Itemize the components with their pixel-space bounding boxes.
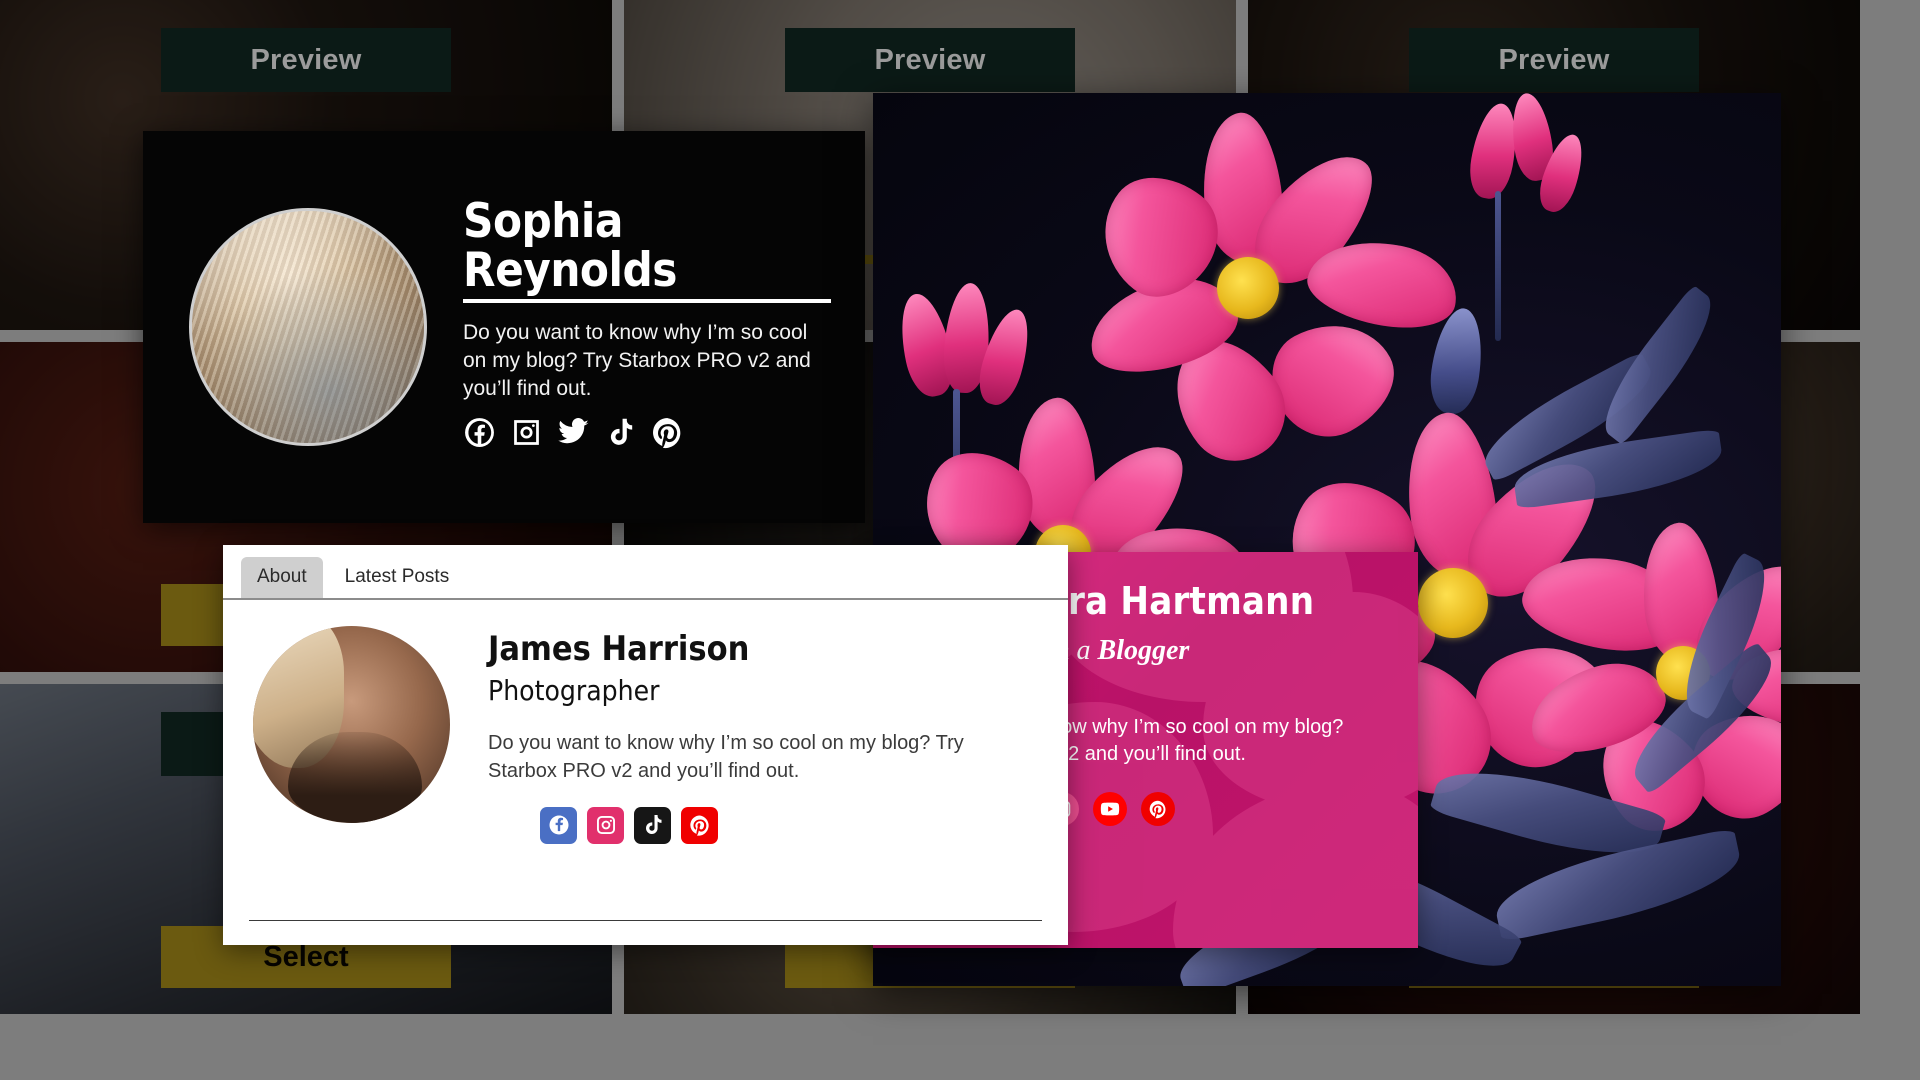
tab-about[interactable]: About — [241, 557, 323, 598]
preview-button[interactable]: Preview — [161, 28, 451, 92]
profile-name: James Harrison — [488, 632, 1008, 668]
card-divider — [249, 920, 1042, 921]
avatar — [253, 626, 450, 823]
facebook-icon[interactable] — [463, 416, 496, 449]
twitter-icon[interactable] — [557, 416, 590, 449]
template-card-james-harrison[interactable]: About Latest Posts James Harrison Photog… — [223, 545, 1068, 945]
tiktok-icon[interactable] — [604, 416, 637, 449]
pinterest-icon[interactable] — [651, 416, 684, 449]
preview-button[interactable]: Preview — [1409, 28, 1699, 92]
preview-button[interactable]: Preview — [785, 28, 1075, 92]
avatar — [189, 208, 427, 446]
sophia-card-body: Sophia Reynolds Do you want to know why … — [463, 197, 831, 458]
youtube-icon[interactable] — [1093, 792, 1127, 826]
facebook-icon[interactable] — [540, 807, 577, 844]
profile-role: Photographer — [488, 676, 1008, 707]
james-card-body: James Harrison Photographer Do you want … — [223, 600, 1068, 844]
social-links — [540, 807, 1008, 844]
pinterest-icon[interactable] — [681, 807, 718, 844]
instagram-icon[interactable] — [587, 807, 624, 844]
card-tabs: About Latest Posts — [223, 545, 1068, 600]
pinterest-icon[interactable] — [1141, 792, 1175, 826]
template-card-sophia-reynolds[interactable]: Sophia Reynolds Do you want to know why … — [143, 131, 865, 523]
tab-latest-posts[interactable]: Latest Posts — [329, 557, 466, 598]
template-picker-screen: PreviewPreviewPreviewSelectSelectSelectP… — [0, 0, 1920, 1080]
james-identity: James Harrison Photographer Do you want … — [488, 626, 1008, 844]
instagram-icon[interactable] — [510, 416, 543, 449]
profile-name: Sophia Reynolds — [463, 197, 831, 304]
tagline-strong: Blogger — [1098, 635, 1190, 666]
profile-description: Do you want to know why I’m so cool on m… — [488, 730, 1008, 784]
tiktok-icon[interactable] — [634, 807, 671, 844]
leaf — [1588, 284, 1727, 445]
social-links — [463, 416, 831, 449]
profile-description: Do you want to know why I’m so cool on m… — [463, 319, 823, 402]
